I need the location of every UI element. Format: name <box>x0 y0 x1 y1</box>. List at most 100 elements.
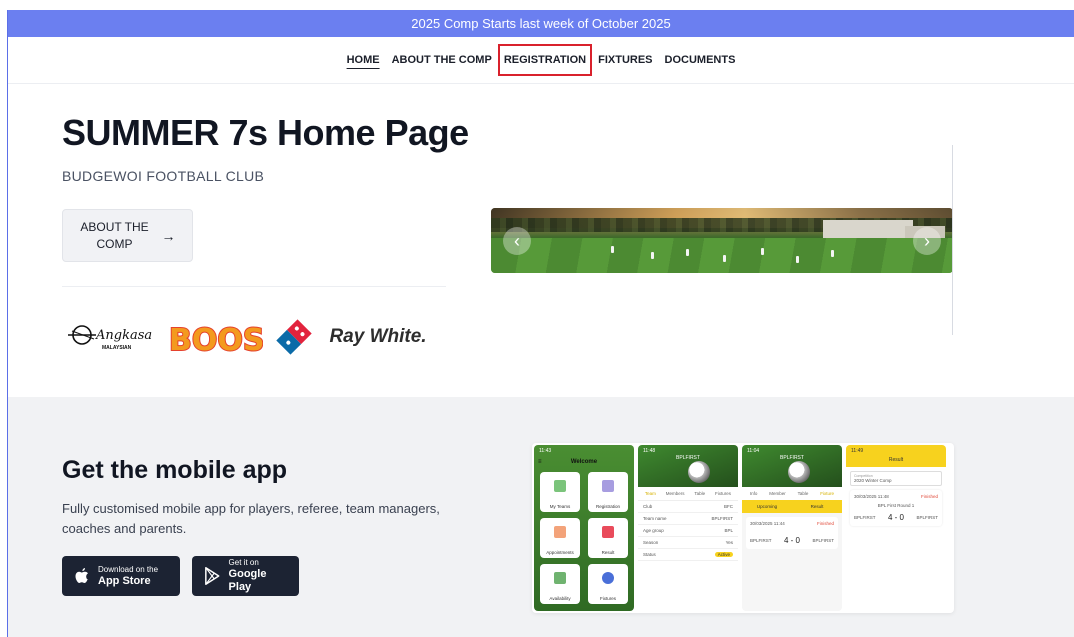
mobile-app-title: Get the mobile app <box>62 456 288 484</box>
google-play-icon <box>205 566 220 586</box>
nav-documents[interactable]: DOCUMENTS <box>659 51 742 69</box>
carousel-player <box>796 256 799 263</box>
phone4-away: BPLFIRST <box>916 515 938 520</box>
phone4-home: BPLFIRST <box>854 515 876 520</box>
phone4-competition-select: Competition 2020 Winter Comp <box>850 471 942 486</box>
phone3-tab-member: Member <box>769 491 786 496</box>
phone3-title: BPLFIRST <box>780 455 804 461</box>
carousel-pitch <box>491 238 953 273</box>
announcement-banner: 2025 Comp Starts last week of October 20… <box>8 10 1074 37</box>
menu-icon: ≡ <box>538 459 542 465</box>
phone2-tabs: Team Members Table Fixtures <box>638 487 738 501</box>
phone3-tab-fixture: Fixture <box>820 491 835 496</box>
phone3-subtabs: Upcoming Result <box>742 500 842 513</box>
sponsor-dominos-logo <box>274 312 314 362</box>
phone4-header: 11:49 Result <box>846 445 946 467</box>
google-play-button[interactable]: Get it on Google Play <box>192 556 299 596</box>
phone3-header: 11:04 BPLFIRST <box>742 445 842 487</box>
about-button-label: ABOUT THE COMP <box>80 219 149 251</box>
phone2-tab-fixtures: Fixtures <box>715 491 732 496</box>
phone3-subtab-result: Result <box>810 504 824 509</box>
phone-fixture-screen: 11:04 BPLFIRST Info Member Table Fixture… <box>742 445 842 611</box>
sponsor-boost-text: BOOST <box>169 323 263 357</box>
phone4-status: Finished <box>920 494 938 499</box>
sponsor-raywhite-text: Ray White. <box>329 326 427 347</box>
phone4-date: 30/03/2025 11:48 <box>854 494 889 499</box>
phone4-score: 4 - 0 <box>887 513 904 522</box>
arrow-right-icon: → <box>161 227 176 244</box>
phone3-tabs: Info Member Table Fixture <box>742 487 842 500</box>
soccer-ball-icon <box>688 461 710 483</box>
main-nav: HOME ABOUT THE COMP REGISTRATION FIXTURE… <box>8 37 1074 84</box>
tile-fixtures: Fixtures <box>588 564 628 604</box>
phone4-match-card: 30/03/2025 11:48 Finished BPL First Round… <box>850 490 942 526</box>
phone2-title: BPLFIRST <box>676 455 700 461</box>
phone3-match-card: 30/03/2025 11:44 Finished BPLFIRST 4 - 0 … <box>746 517 838 549</box>
phone3-away: BPLFIRST <box>812 538 834 543</box>
phone4-title: Result <box>888 457 904 463</box>
carousel-player <box>723 255 726 262</box>
tile-my-teams: My Teams <box>540 472 580 512</box>
angkasa-logo-icon: Angkasa MALAYSIAN <box>68 325 152 351</box>
phone2-row: Club BFC <box>638 501 738 513</box>
google-play-small: Get it on <box>228 558 259 567</box>
phone3-status: Finished <box>816 521 834 526</box>
phone2-row: Team name BPLFIRST <box>638 513 738 525</box>
page-title: SUMMER 7s Home Page <box>62 112 469 153</box>
carousel-player <box>686 249 689 256</box>
carousel-player <box>651 252 654 259</box>
photo-carousel[interactable]: ‹ › <box>491 208 953 273</box>
sponsor-logos: Angkasa MALAYSIAN BOOST Ray White. <box>62 312 442 362</box>
phone-welcome-screen: 11:43 Welcome ≡ My Teams Registration Ap… <box>534 445 634 611</box>
carousel-player <box>611 246 614 253</box>
chevron-left-icon: ‹ <box>514 230 520 251</box>
sponsor-angkasa-text: Angkasa <box>95 328 152 343</box>
carousel-player <box>761 248 764 255</box>
nav-fixtures[interactable]: FIXTURES <box>592 51 658 69</box>
carousel-edge-line <box>952 145 953 335</box>
phone2-row: Status Active <box>638 549 738 561</box>
carousel-prev-button[interactable]: ‹ <box>503 227 531 255</box>
phone1-time: 11:43 <box>539 448 552 454</box>
google-play-text: Get it on Google Play <box>229 558 287 594</box>
phone2-row: Season Yes <box>638 537 738 549</box>
tile-availability: Availability <box>540 564 580 604</box>
phone-team-screen: 11:48 BPLFIRST Team Members Table Fixtur… <box>638 445 738 611</box>
dominos-logo-icon <box>276 319 312 355</box>
phone4-time: 11:49 <box>851 448 864 454</box>
announcement-text: 2025 Comp Starts last week of October 20… <box>411 16 671 31</box>
google-play-big: Google Play <box>228 568 267 593</box>
phone3-date: 30/03/2025 11:44 <box>750 521 785 526</box>
phone2-tab-table: Table <box>694 491 706 496</box>
phone4-competition: 2020 Winter Comp <box>854 478 892 483</box>
nav-registration[interactable]: REGISTRATION <box>497 44 593 76</box>
app-store-button[interactable]: Download on the App Store <box>62 556 180 596</box>
mobile-app-description: Fully customised mobile app for players,… <box>62 501 440 536</box>
phone1-title: Welcome <box>570 459 598 465</box>
app-screenshots: 11:43 Welcome ≡ My Teams Registration Ap… <box>532 443 954 613</box>
phone2-time: 11:48 <box>643 448 656 454</box>
phone2-tab-team: Team <box>644 491 656 496</box>
app-store-small: Download on the <box>98 564 159 574</box>
sponsor-raywhite-logo: Ray White. <box>328 312 428 362</box>
club-name: BUDGEWOI FOOTBALL CLUB <box>62 168 265 184</box>
nav-about-the-comp[interactable]: ABOUT THE COMP <box>386 51 498 69</box>
sponsor-boost-logo: BOOST <box>167 312 263 362</box>
about-the-comp-button[interactable]: ABOUT THE COMP → <box>62 209 193 262</box>
sponsor-angkasa-logo: Angkasa MALAYSIAN <box>66 312 156 362</box>
carousel-next-button[interactable]: › <box>913 227 941 255</box>
phone-result-screen: 11:49 Result Competition 2020 Winter Com… <box>846 445 946 611</box>
nav-home[interactable]: HOME <box>341 51 386 69</box>
phone2-row: Age group BPL <box>638 525 738 537</box>
phone3-time: 11:04 <box>747 448 760 454</box>
tile-appointments: Appointments <box>540 518 580 558</box>
boost-logo-icon: BOOST <box>168 322 263 357</box>
chevron-right-icon: › <box>924 230 930 251</box>
carousel-player <box>831 250 834 257</box>
app-store-big: App Store <box>98 574 151 587</box>
phone2-header: 11:48 BPLFIRST <box>638 445 738 487</box>
phone3-subtab-upcoming: Upcoming <box>756 504 778 509</box>
phone3-score: 4 - 0 <box>783 536 800 545</box>
apple-icon <box>75 568 89 583</box>
tile-result: Result <box>588 518 628 558</box>
